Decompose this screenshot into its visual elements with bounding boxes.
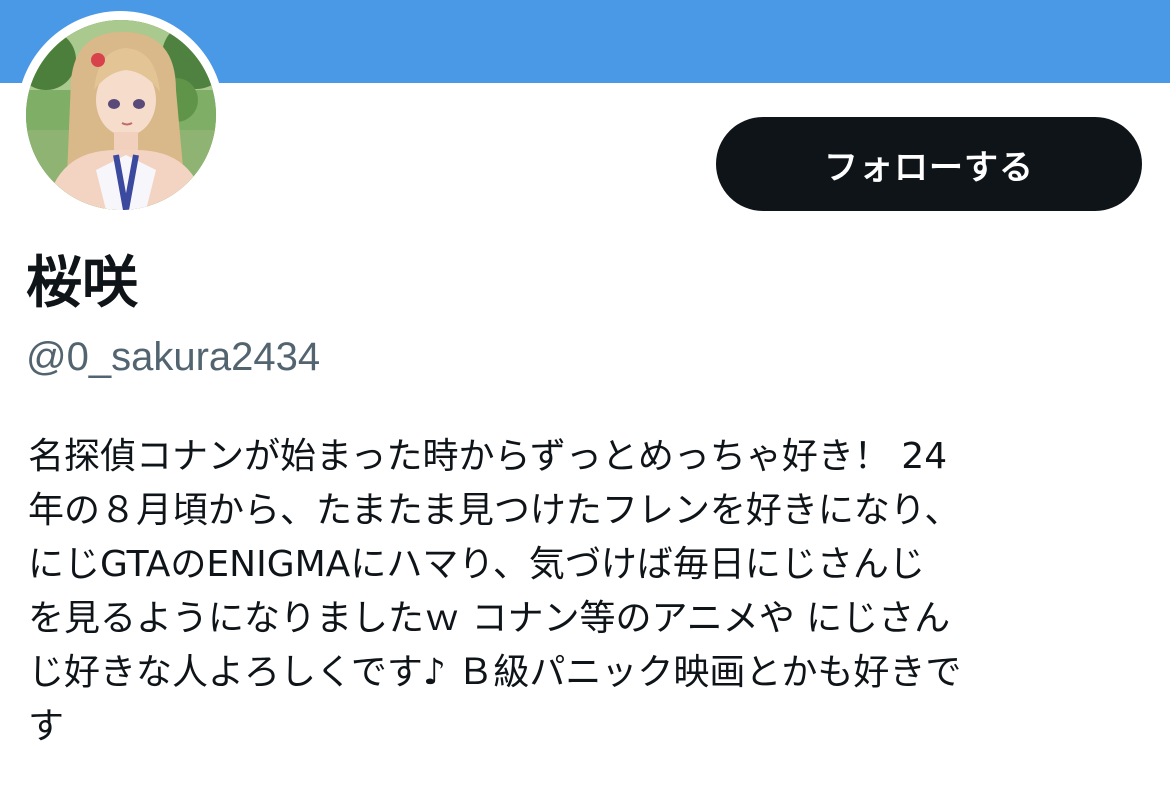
bio-line: 名探偵コナンが始まった時からずっとめっちゃ好き！ 24 xyxy=(28,436,948,477)
bio-line: す xyxy=(28,706,65,747)
avatar[interactable] xyxy=(26,20,216,210)
display-name: 桜咲 xyxy=(26,251,138,316)
user-handle: @0_sakura2434 xyxy=(26,335,321,379)
bio-line: じ好きな人よろしくです♪ Ｂ級パニック映画とかも好きで xyxy=(28,652,962,693)
bio-line: を見るようになりましたｗ コナン等のアニメや にじさん xyxy=(28,598,951,639)
profile-page: フォローする 桜咲 @0_sakura2434 名探偵コナンが始まった時からずっ… xyxy=(0,0,1170,785)
follow-button[interactable]: フォローする xyxy=(716,117,1142,211)
profile-bio: 名探偵コナンが始まった時からずっとめっちゃ好き！ 24 年の８月頃から、たまたま… xyxy=(28,430,1128,754)
bio-line: にじGTAのENIGMAにハマり、気づけば毎日にじさんじ xyxy=(28,544,925,585)
bio-line: 年の８月頃から、たまたま見つけたフレンを好きになり、 xyxy=(28,490,961,531)
avatar-image xyxy=(26,20,216,210)
